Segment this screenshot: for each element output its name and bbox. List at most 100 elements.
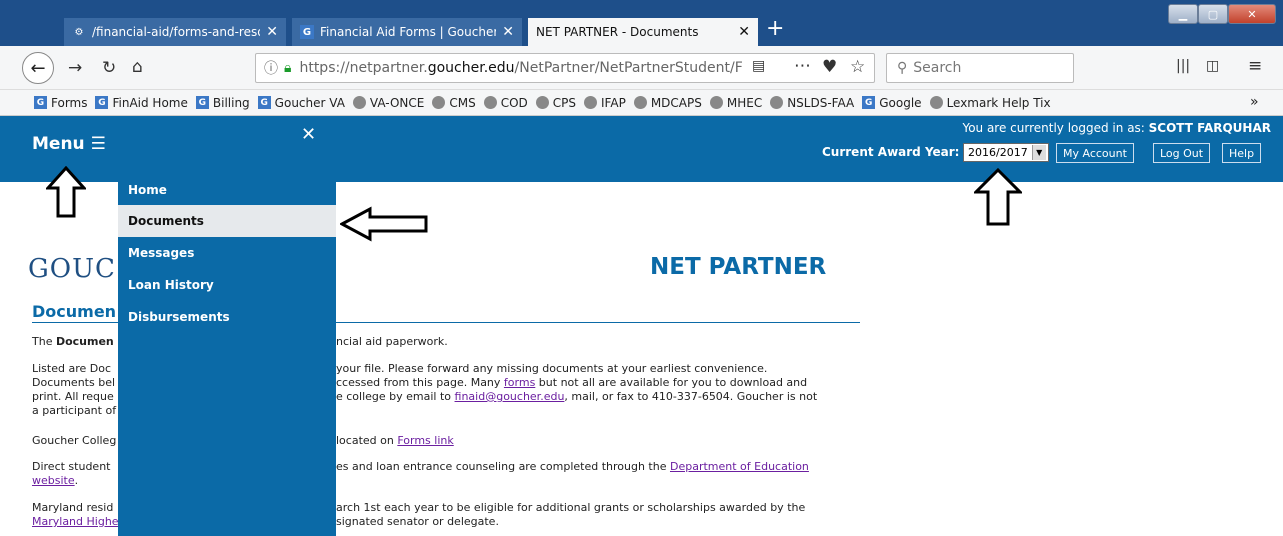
globe-icon [535,96,549,109]
more-actions-icon[interactable]: ⋯ [794,56,811,76]
forward-arrow-icon[interactable]: → [68,58,82,78]
new-tab-icon[interactable]: + [766,16,784,41]
paragraph-text: Direct student [32,460,111,473]
info-icon[interactable]: ⓘ [264,58,278,78]
dept-education-link[interactable]: Department of Education [670,460,809,473]
left-arrow-annotation-icon [340,206,428,242]
reader-view-icon[interactable]: ▤ [752,58,765,74]
email-link[interactable]: finaid@goucher.edu [455,390,565,403]
globe-icon [432,96,446,109]
paragraph-text: signated senator or delegate. [336,515,499,528]
website-link[interactable]: website [32,474,75,487]
url-bar[interactable]: ⓘ 🔒︎ https://netpartner. goucher.edu/NetP… [255,53,875,83]
reload-icon[interactable]: ↻ [102,58,116,78]
paragraph-text: Listed are Doc [32,362,112,375]
globe-icon [483,96,497,109]
google-icon: G [95,96,109,109]
home-icon[interactable]: ⌂ [132,57,143,77]
bookmark-item[interactable]: G Google [862,95,922,110]
bookmark-item[interactable]: MHEC [709,95,763,110]
paragraph-text: print. All reque [32,390,114,403]
window-close-icon[interactable]: ✕ [1228,4,1276,24]
bookmark-item[interactable]: MDCAPS [633,95,702,110]
bookmark-label: IFAP [601,95,626,110]
hamburger-menu-icon[interactable]: ≡ [1248,56,1262,76]
paragraph-text: Maryland resid [32,501,114,514]
bookmark-item[interactable]: G Forms [34,96,87,110]
paragraph-text: your file. Please forward any missing do… [336,362,768,375]
bookmark-item[interactable]: CPS [535,95,577,110]
chevron-down-icon[interactable]: ▼ [1031,145,1046,160]
bookmark-label: Lexmark Help Tix [946,95,1051,110]
bookmark-label: Billing [212,95,250,110]
paragraph-text: Goucher Colleg [32,434,117,447]
bookmark-star-icon[interactable]: ☆ [850,57,865,77]
up-arrow-annotation-icon [46,166,86,218]
menu-item-home[interactable]: Home [118,174,336,206]
log-out-button[interactable]: Log Out [1153,143,1211,163]
bookmark-label: FinAid Home [112,95,188,110]
bookmark-item[interactable]: CMS [432,96,476,110]
site-icon: ⚙ [74,26,84,38]
bookmark-label: VA-ONCE [369,95,425,110]
menu-item-loan-history[interactable]: Loan History [118,269,336,301]
bookmark-label: CPS [552,95,577,110]
menu-item-disbursements[interactable]: Disbursements [118,301,336,333]
close-icon[interactable]: ✕ [502,24,514,40]
search-icon: ⚲ [897,60,908,76]
forms-page-link[interactable]: Forms link [397,434,453,447]
close-icon[interactable]: ✕ [301,124,316,145]
globe-icon [709,96,723,109]
paragraph-text: es and loan entrance counseling are comp… [336,460,809,473]
google-icon: G [257,96,271,109]
bookmark-item[interactable]: G FinAid Home [95,95,188,110]
search-input[interactable]: ⚲ Search [886,53,1074,83]
maryland-higher-ed-link[interactable]: Maryland Highe [32,515,119,528]
google-icon: G [34,96,47,109]
google-icon: G [300,25,314,39]
my-account-button[interactable]: My Account [1056,143,1134,163]
library-icon[interactable]: ||| [1176,58,1190,74]
browser-tab[interactable]: G Financial Aid Forms | Goucher C ✕ [292,18,522,46]
google-icon: G [862,96,876,109]
browser-tab[interactable]: ⚙ /financial-aid/forms-and-resou ✕ [64,18,286,46]
bookmark-label: MHEC [726,95,763,110]
bookmark-item[interactable]: VA-ONCE [352,95,425,110]
bookmark-label: Goucher VA [274,95,345,110]
paragraph-text: e college by email to finaid@goucher.edu… [336,390,818,403]
globe-icon [770,96,784,109]
bookmark-item[interactable]: COD [483,96,528,110]
paragraph-text: located on Forms link [336,434,454,447]
forms-link[interactable]: forms [504,376,535,389]
award-year-label: Current Award Year: [822,145,960,159]
back-arrow-icon[interactable]: ← [22,52,54,84]
award-year-select[interactable]: 2016/2017 ▼ [963,143,1049,162]
pocket-icon[interactable]: ♥ [822,57,837,77]
chevron-right-icon[interactable]: » [1250,94,1259,110]
paragraph-text: ncial aid paperwork. [336,335,448,348]
bookmark-item[interactable]: NSLDS-FAA [770,96,854,110]
menu-item-documents[interactable]: Documents [118,205,336,237]
menu-item-messages[interactable]: Messages [118,237,336,269]
bookmark-label: MDCAPS [650,95,702,110]
sidebar-icon[interactable]: ◫ [1206,58,1219,74]
paragraph-text: ccessed from this page. Many forms but n… [336,376,808,389]
bookmark-label: Google [879,95,922,110]
close-icon[interactable]: ✕ [738,24,750,40]
bookmark-item[interactable]: Lexmark Help Tix [929,95,1051,110]
up-arrow-annotation-icon [974,168,1022,226]
globe-icon [584,96,598,109]
paragraph-text: The Documen [32,335,114,348]
minimize-icon[interactable]: ▁ [1168,4,1198,24]
login-status: You are currently logged in as: SCOTT FA… [962,121,1271,135]
site-title: NET PARTNER [650,254,827,280]
bookmark-item[interactable]: G Billing [195,95,250,110]
maximize-icon[interactable]: ▢ [1198,4,1228,24]
menu-toggle[interactable]: Menu ☰ [32,134,106,154]
close-icon[interactable]: ✕ [266,24,278,40]
bookmark-item[interactable]: IFAP [584,96,626,110]
bookmark-item[interactable]: G Goucher VA [257,95,345,110]
help-button[interactable]: Help [1222,143,1262,163]
globe-icon [929,96,943,109]
browser-tab-active[interactable]: NET PARTNER - Documents ✕ [528,18,758,46]
